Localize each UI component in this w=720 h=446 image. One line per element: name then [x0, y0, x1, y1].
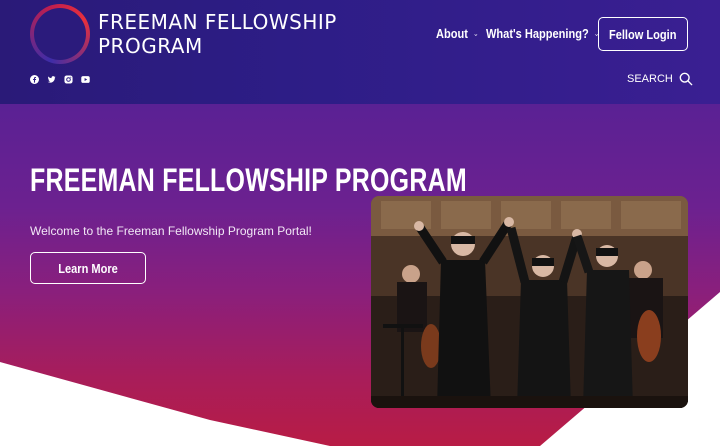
learn-more-label: Learn More: [58, 260, 118, 276]
hero-subtitle: Welcome to the Freeman Fellowship Progra…: [30, 224, 312, 238]
facebook-icon[interactable]: [30, 75, 39, 84]
orchestra-photo-illustration: [371, 196, 688, 408]
hero-photo: [371, 196, 688, 408]
chevron-down-icon: ⌄: [473, 29, 479, 38]
logo-icon[interactable]: [30, 4, 90, 64]
nav-about[interactable]: About ⌄: [436, 26, 479, 41]
instagram-icon[interactable]: [64, 75, 73, 84]
fellow-login-button[interactable]: Fellow Login: [598, 17, 688, 51]
social-links: [30, 75, 90, 84]
nav-about-label: About: [436, 26, 468, 41]
twitter-icon[interactable]: [47, 75, 56, 84]
nav-whats-happening-label: What's Happening?: [486, 26, 589, 41]
logo-line-2: PROGRAM: [98, 34, 203, 58]
learn-more-button[interactable]: Learn More: [30, 252, 146, 284]
search-label: SEARCH: [627, 73, 673, 85]
youtube-icon[interactable]: [81, 75, 90, 84]
fellow-login-label: Fellow Login: [609, 26, 677, 42]
search-icon: [679, 72, 693, 86]
hero-title: FREEMAN FELLOWSHIP PROGRAM: [30, 162, 467, 198]
site-logo[interactable]: FREEMAN FELLOWSHIP PROGRAM: [98, 10, 337, 58]
nav-whats-happening[interactable]: What's Happening? ⌄: [486, 26, 599, 41]
search-toggle[interactable]: SEARCH: [627, 72, 693, 86]
logo-line-1: FREEMAN FELLOWSHIP: [98, 10, 337, 34]
